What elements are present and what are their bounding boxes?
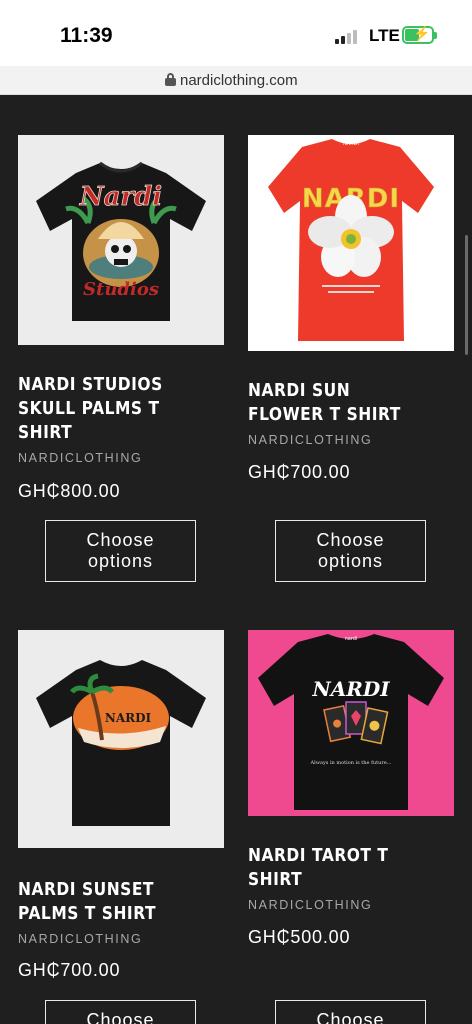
choose-options-button[interactable]: Choose options — [45, 1000, 196, 1024]
product-vendor: NARDICLOTHING — [18, 932, 143, 946]
product-title[interactable]: NARDI TAROT T SHIRT — [248, 844, 425, 892]
battery-icon: ⚡ — [402, 25, 437, 44]
product-image[interactable]: NARDI — [18, 630, 224, 848]
product-vendor: NARDICLOTHING — [18, 451, 143, 465]
status-bar: 11:39 LTE ⚡ — [0, 0, 472, 66]
cellular-signal-icon — [335, 28, 361, 44]
network-type: LTE — [369, 26, 400, 45]
svg-text:nardi: nardi — [345, 636, 358, 642]
product-image[interactable]: NARDI NARDI — [248, 135, 454, 351]
choose-options-button[interactable]: Choose options — [45, 520, 196, 582]
product-price: GH₵500.00 — [248, 927, 351, 947]
product-price: GH₵800.00 — [18, 481, 121, 501]
status-time: 11:39 — [60, 24, 113, 47]
product-price: GH₵700.00 — [18, 960, 121, 980]
svg-text:NARDI: NARDI — [311, 677, 390, 701]
choose-options-button[interactable]: Choose options — [275, 520, 426, 582]
product-title[interactable]: NARDI STUDIOS SKULL PALMS T SHIRT — [18, 373, 195, 445]
choose-options-button[interactable]: Choose options — [275, 1000, 426, 1024]
product-grid: Nardi Studios NARDI STUDIOS SKULL PALMS … — [0, 95, 472, 1024]
tshirt-sunset-palms-image: NARDI — [18, 630, 224, 848]
svg-text:Nardi: Nardi — [79, 182, 162, 212]
url-text[interactable]: nardiclothing.com — [180, 72, 298, 89]
tshirt-tarot-image: nardi NARDI Always in motion is the futu… — [248, 630, 454, 816]
product-vendor: NARDICLOTHING — [248, 433, 373, 447]
svg-text:Always in motion is the future: Always in motion is the future... — [310, 760, 392, 766]
svg-text:NARDI: NARDI — [105, 711, 152, 725]
product-title[interactable]: NARDI SUNSET PALMS T SHIRT — [18, 878, 195, 926]
tshirt-skull-palms-image: Nardi Studios — [18, 135, 224, 345]
svg-text:Studios: Studios — [83, 279, 159, 300]
scrollbar[interactable] — [465, 235, 468, 355]
product-price: GH₵700.00 — [248, 462, 351, 482]
lock-icon — [165, 73, 176, 86]
product-image[interactable]: nardi NARDI Always in motion is the futu… — [248, 630, 454, 816]
product-title[interactable]: NARDI SUN FLOWER T SHIRT — [248, 379, 425, 427]
svg-text:NARDI: NARDI — [343, 141, 359, 147]
tshirt-sun-flower-image: NARDI NARDI — [248, 135, 454, 351]
product-vendor: NARDICLOTHING — [248, 898, 373, 912]
browser-address-bar[interactable]: nardiclothing.com — [0, 66, 472, 95]
product-image[interactable]: Nardi Studios — [18, 135, 224, 345]
